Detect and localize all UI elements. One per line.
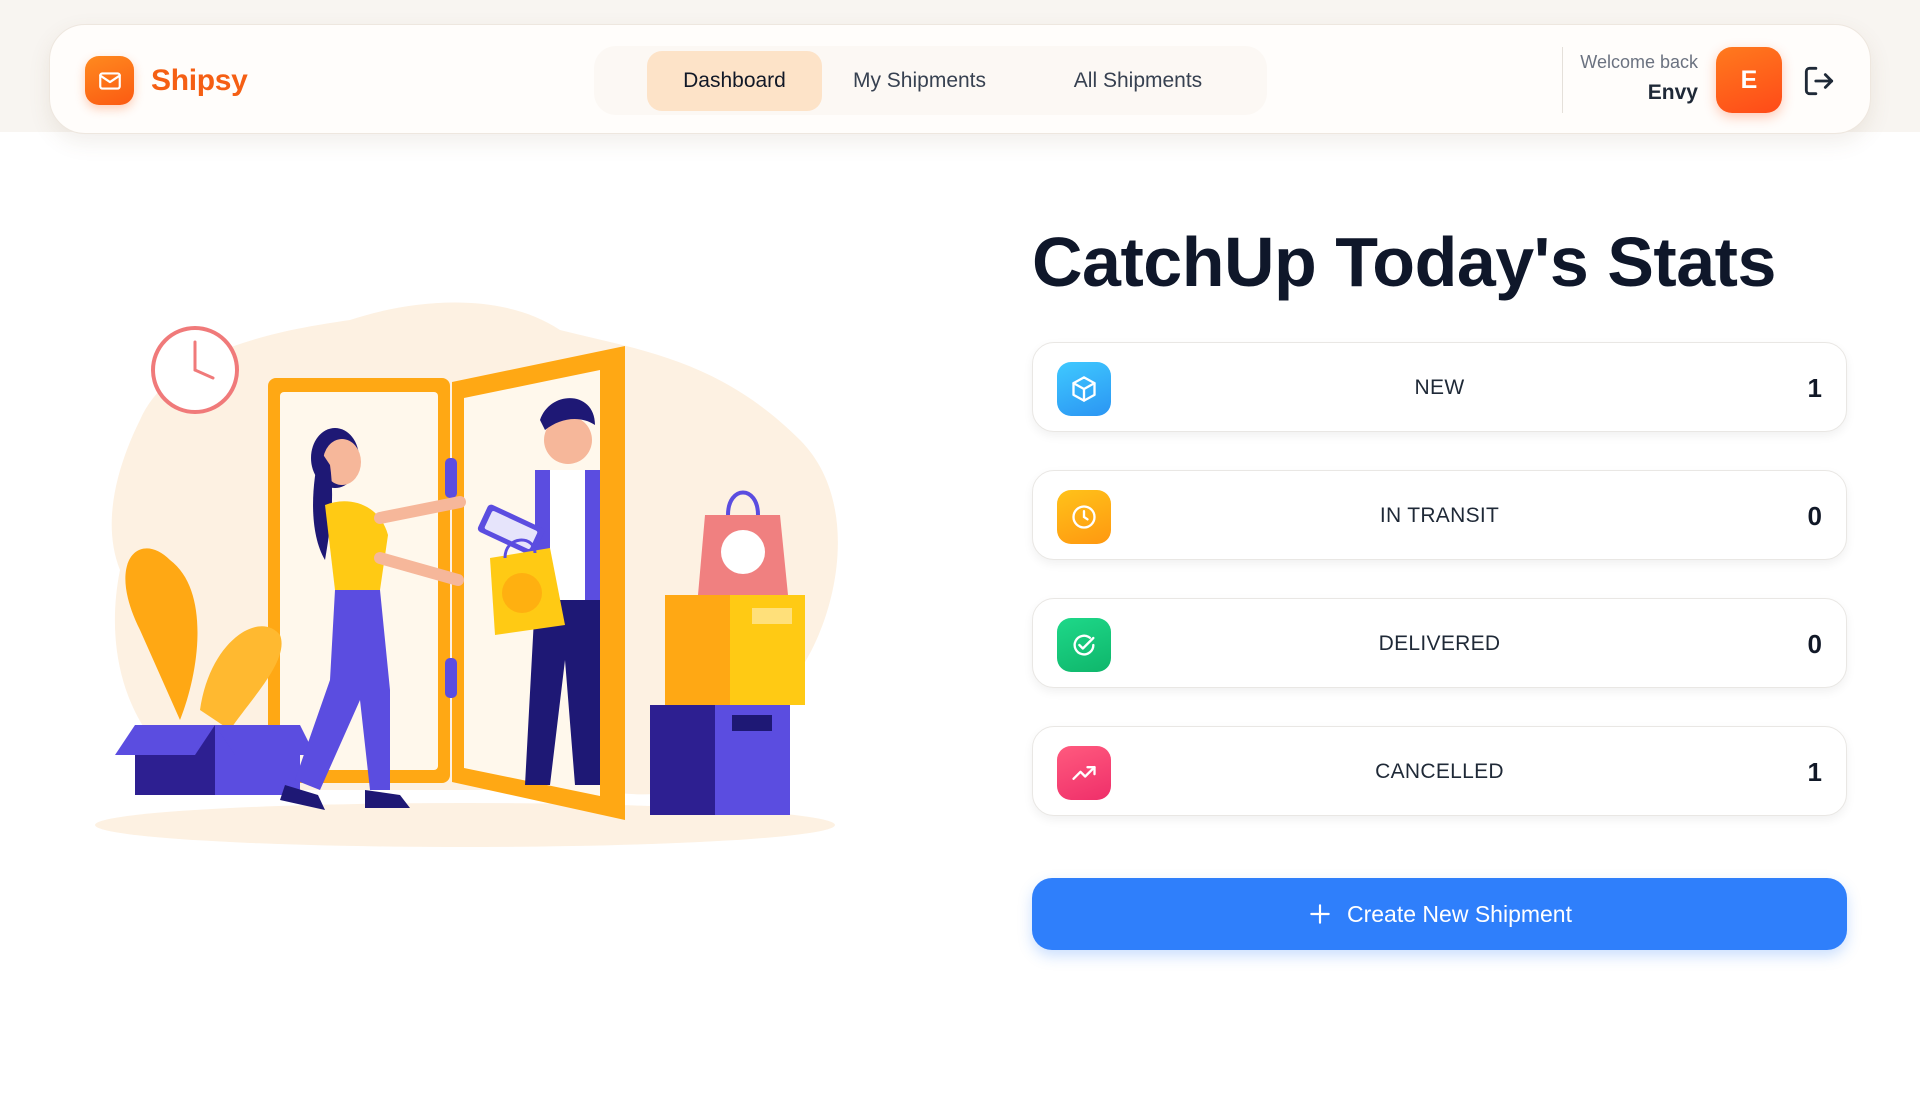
avatar[interactable]: E xyxy=(1716,47,1782,113)
create-shipment-label: Create New Shipment xyxy=(1347,900,1572,927)
main-tabs: Dashboard My Shipments All Shipments xyxy=(594,46,1267,115)
stat-label-delivered: DELIVERED xyxy=(1378,632,1501,655)
header-divider xyxy=(1562,47,1563,113)
logout-icon[interactable] xyxy=(1800,62,1838,100)
welcome-label: Welcome back xyxy=(1580,52,1698,72)
stat-label-cancelled: CANCELLED xyxy=(1375,760,1504,783)
navbar: Shipsy Dashboard My Shipments All Shipme… xyxy=(49,24,1871,134)
welcome-block: Welcome back Envy xyxy=(1580,52,1698,105)
create-shipment-button[interactable]: Create New Shipment xyxy=(1032,878,1847,950)
plus-icon xyxy=(1310,904,1330,924)
page-title: CatchUp Today's Stats xyxy=(1032,223,1776,301)
brand[interactable]: Shipsy xyxy=(85,56,248,105)
mail-icon xyxy=(85,56,134,105)
stat-card-in-transit[interactable]: IN TRANSIT 0 xyxy=(1032,470,1847,560)
clock-illustration-icon xyxy=(151,326,239,414)
stat-card-delivered[interactable]: DELIVERED 0 xyxy=(1032,598,1847,688)
stat-value-cancelled: 1 xyxy=(1807,757,1822,787)
stat-value-delivered: 0 xyxy=(1807,629,1822,659)
stat-card-new[interactable]: NEW 1 xyxy=(1032,342,1847,432)
stat-label-new: NEW xyxy=(1414,376,1465,399)
stat-card-cancelled[interactable]: CANCELLED 1 xyxy=(1032,726,1847,816)
stat-value-new: 1 xyxy=(1807,373,1822,403)
tab-my-shipments[interactable]: My Shipments xyxy=(822,51,1017,111)
stat-label-in-transit: IN TRANSIT xyxy=(1379,504,1500,527)
brand-name: Shipsy xyxy=(151,63,248,97)
user-name: Envy xyxy=(1647,81,1698,104)
tab-dashboard[interactable]: Dashboard xyxy=(647,50,822,111)
stat-value-in-transit: 0 xyxy=(1807,501,1822,531)
delivery-illustration xyxy=(80,290,860,860)
tab-all-shipments[interactable]: All Shipments xyxy=(1017,51,1259,111)
